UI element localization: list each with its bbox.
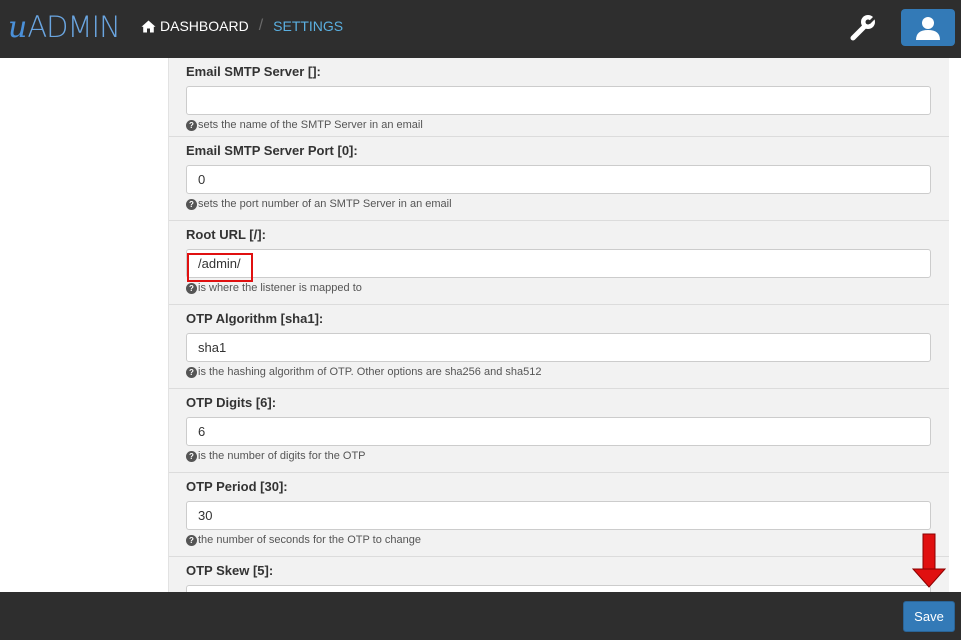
otp-algorithm-input[interactable] [186,333,931,362]
top-navbar: u ADMIN DASHBOARD / SETTINGS [0,0,961,58]
setting-help-text: sets the name of the SMTP Server in an e… [198,119,423,131]
down-arrow-icon [912,533,946,588]
setting-help: ? the number of seconds for the OTP to c… [186,534,421,546]
sidebar [0,58,168,592]
home-icon [141,20,156,32]
user-icon [916,16,940,40]
otp-skew-input[interactable] [186,585,931,592]
setting-row-otp-period: OTP Period [30]: ? the number of seconds… [169,473,949,557]
question-circle-icon: ? [186,450,197,462]
setting-help-text: is where the listener is mapped to [198,282,362,294]
setting-help: ? is the hashing algorithm of OTP. Other… [186,366,541,378]
setting-label: OTP Skew [5]: [186,563,274,578]
setting-label: Email SMTP Server []: [186,64,321,79]
breadcrumb-settings[interactable]: SETTINGS [273,18,343,34]
question-circle-icon: ? [186,366,197,378]
setting-row-otp-algorithm: OTP Algorithm [sha1]: ? is the hashing a… [169,305,949,389]
breadcrumb-dashboard-label: DASHBOARD [160,18,249,34]
setting-row-root-url: Root URL [/]: ? is where the listener is… [169,221,949,305]
setting-label: OTP Algorithm [sha1]: [186,311,324,326]
brand-prefix: u [8,10,28,45]
wrench-icon[interactable] [849,13,877,41]
setting-help: ? sets the port number of an SMTP Server… [186,198,452,210]
otp-period-input[interactable] [186,501,931,530]
root-url-input[interactable] [186,249,931,278]
setting-help-text: is the hashing algorithm of OTP. Other o… [198,366,542,378]
setting-help-text: the number of seconds for the OTP to cha… [198,534,421,546]
setting-help: ? is where the listener is mapped to [186,282,362,294]
setting-row-smtp-port: Email SMTP Server Port [0]: ? sets the p… [169,137,949,221]
setting-row-otp-skew: OTP Skew [5]: [169,557,949,592]
setting-row-otp-digits: OTP Digits [6]: ? is the number of digit… [169,389,949,473]
setting-label: Root URL [/]: [186,227,266,242]
brand-logo[interactable]: u ADMIN [8,9,121,45]
setting-help: ? sets the name of the SMTP Server in an… [186,119,423,131]
footer-bar: Save [0,592,961,640]
save-button[interactable]: Save [903,601,955,632]
setting-help-text: is the number of digits for the OTP [198,450,366,462]
user-menu-button[interactable] [901,9,955,46]
setting-row-smtp-server: Email SMTP Server []: ? sets the name of… [169,58,949,137]
question-circle-icon: ? [186,198,197,210]
setting-label: OTP Period [30]: [186,479,288,494]
question-circle-icon: ? [186,282,197,294]
breadcrumb-separator: / [258,17,264,34]
settings-form: Email SMTP Server []: ? sets the name of… [168,58,949,592]
smtp-server-input[interactable] [186,86,931,115]
breadcrumb-dashboard[interactable]: DASHBOARD [141,18,249,34]
setting-label: Email SMTP Server Port [0]: [186,143,358,158]
setting-help: ? is the number of digits for the OTP [186,450,366,462]
otp-digits-input[interactable] [186,417,931,446]
scrollbar[interactable] [949,58,961,592]
question-circle-icon: ? [186,534,197,546]
setting-label: OTP Digits [6]: [186,395,277,410]
breadcrumb: DASHBOARD / SETTINGS [141,17,343,35]
setting-help-text: sets the port number of an SMTP Server i… [198,198,452,210]
brand-name: ADMIN [27,10,120,44]
question-circle-icon: ? [186,119,197,131]
smtp-port-input[interactable] [186,165,931,194]
